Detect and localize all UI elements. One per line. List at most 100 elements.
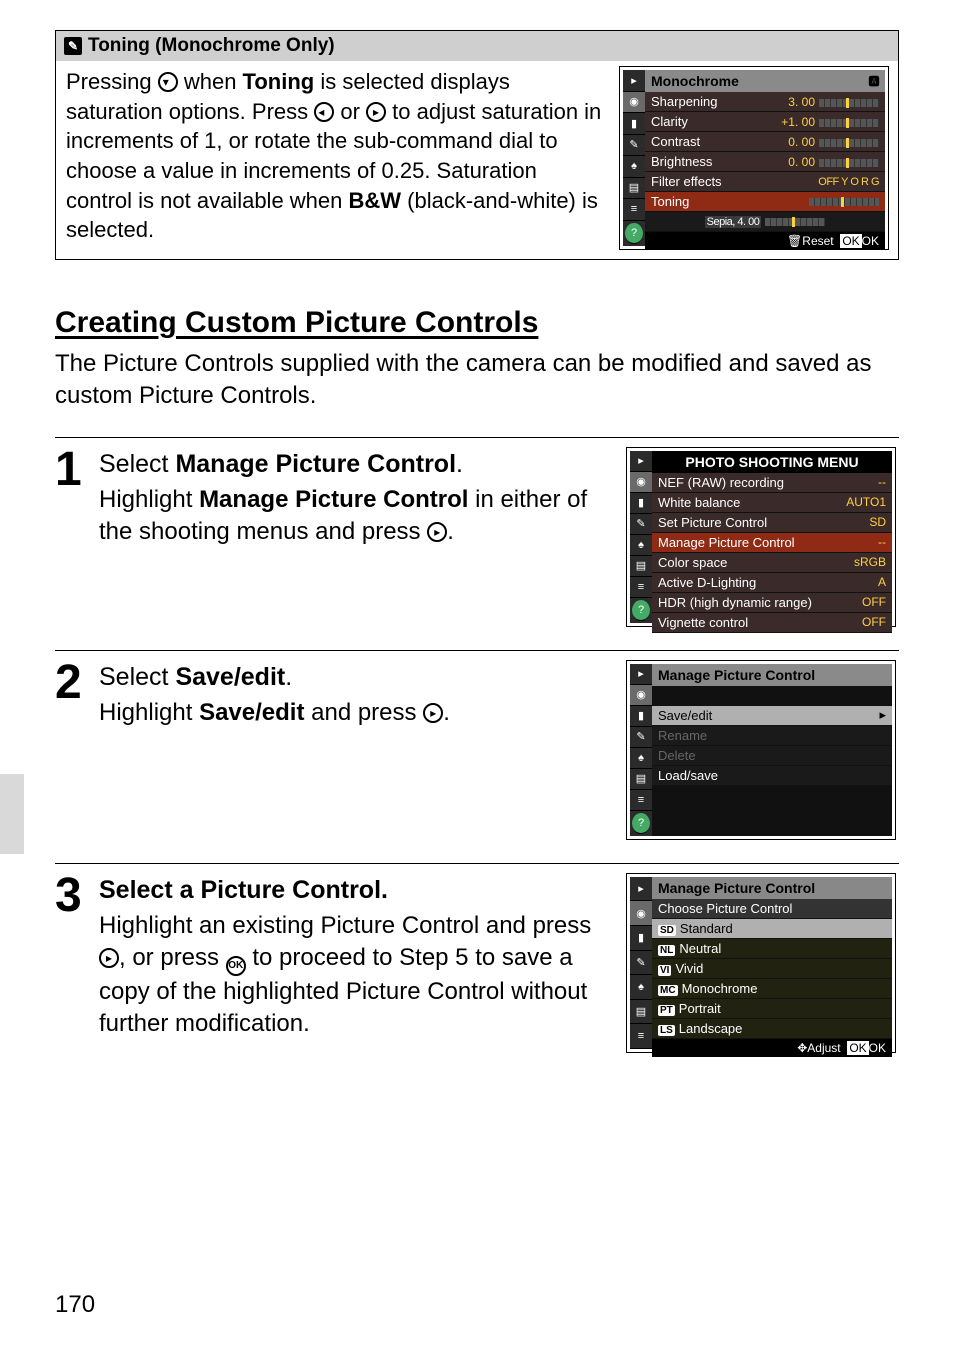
lcd-row: Sharpening3. 00: [645, 92, 885, 112]
lcd-tab-icon: ♠: [630, 748, 652, 769]
lcd-header: Manage Picture Control: [652, 877, 892, 899]
lcd-tab-help-icon: ?: [625, 223, 643, 245]
ok-badge-icon: OK: [840, 234, 861, 248]
lcd-tab-icon: ≡: [630, 577, 652, 598]
lcd-tab-icon: ◉: [630, 685, 652, 706]
lcd-row: Color spacesRGB: [652, 553, 892, 573]
lcd-toning-screenshot: ▸ ◉ ▮ ✎ ♠ ▤ ≡ ? Monochrome🅰 Sharpening3.…: [620, 67, 888, 249]
lcd-row-highlight: SDStandard: [652, 919, 892, 939]
lcd-tab-help-icon: ?: [632, 813, 650, 834]
lcd-tab-icon: ≡: [630, 790, 652, 811]
lcd-row-highlight: Manage Picture Control--: [652, 533, 892, 553]
ok-badge-icon: OK: [847, 1041, 868, 1055]
lcd-row: White balanceAUTO1: [652, 493, 892, 513]
lcd-row-disabled: Rename: [652, 726, 892, 746]
lcd-tab-icon: ✎: [623, 135, 645, 157]
dpad-down-icon: [158, 72, 178, 92]
step-1: 1 Select Manage Picture Control. Highlig…: [55, 437, 899, 626]
toning-bar-icon: [809, 198, 879, 206]
lcd-tab-icon: ◉: [623, 92, 645, 114]
step-title: Select Manage Picture Control.: [99, 448, 613, 482]
lcd-row: Brightness0. 00: [645, 152, 885, 172]
lcd-row: VIVivid: [652, 959, 892, 979]
lcd-row: Filter effectsOFF Y O R G: [645, 172, 885, 192]
lcd-tab-icon: ≡: [630, 1024, 652, 1049]
chevron-right-icon: ▸: [879, 707, 886, 723]
lcd-row: Set Picture ControlSD: [652, 513, 892, 533]
lcd-row: Contrast0. 00: [645, 132, 885, 152]
lcd-row: LSLandscape: [652, 1019, 892, 1039]
step-title: Select a Picture Control.: [99, 874, 613, 908]
section-intro: The Picture Controls supplied with the c…: [55, 348, 899, 413]
lcd-subheader: Choose Picture Control: [652, 899, 892, 919]
lcd-header: Manage Picture Control: [652, 664, 892, 686]
step-description: Highlight Save/edit and press .: [99, 697, 613, 729]
lcd-tab-icon: ◉: [630, 472, 652, 493]
lcd-row: NLNeutral: [652, 939, 892, 959]
lcd-save-edit-menu: ▸ ◉ ▮ ✎ ♠ ▤ ≡ ? Manage Picture Control S…: [627, 661, 895, 839]
step-description: Highlight an existing Picture Control an…: [99, 910, 613, 1041]
lcd-row: Load/save: [652, 766, 892, 786]
lcd-row: Vignette controlOFF: [652, 613, 892, 633]
lcd-row: HDR (high dynamic range)OFF: [652, 593, 892, 613]
lcd-row: Clarity+1. 00: [645, 112, 885, 132]
dpad-right-icon: [423, 703, 443, 723]
note-title-row: ✎ Toning (Monochrome Only): [56, 31, 898, 61]
lcd-tab-icon: ▸: [630, 664, 652, 685]
lcd-row-selected: Save/edit▸: [652, 706, 892, 726]
note-title: Toning (Monochrome Only): [88, 35, 335, 57]
lcd-row: NEF (RAW) recording--: [652, 473, 892, 493]
lcd-tab-icon: ♠: [630, 975, 652, 1000]
ok-button-icon: OK: [226, 956, 246, 976]
lcd-row: Sepia, 4. 00: [645, 212, 885, 232]
lcd-tab-icon: ▸: [630, 877, 652, 902]
step-title: Select Save/edit.: [99, 661, 613, 695]
lcd-tab-icon: ✎: [630, 727, 652, 748]
lcd-tab-icon: ▤: [630, 769, 652, 790]
lcd-photo-shooting-menu: ▸ ◉ ▮ ✎ ♠ ▤ ≡ ? PHOTO SHOOTING MENU NEF …: [627, 448, 895, 626]
lcd-tab-icon: ♠: [630, 535, 652, 556]
lcd-tab-icon: ✎: [630, 514, 652, 535]
trash-icon: 🗑: [787, 234, 802, 248]
step-2: 2 Select Save/edit. Highlight Save/edit …: [55, 650, 899, 839]
lcd-tab-icon: ≡: [623, 199, 645, 221]
lcd-tab-icon: ▮: [630, 493, 652, 514]
step-number: 3: [55, 874, 85, 917]
lcd-tab-icon: ▸: [630, 451, 652, 472]
step-number: 1: [55, 448, 85, 491]
lcd-tab-icon: ▮: [623, 113, 645, 135]
note-text: Pressing when Toning is selected display…: [66, 67, 608, 249]
lcd-tab-icon: ▸: [623, 70, 645, 92]
lcd-row: MCMonochrome: [652, 979, 892, 999]
step-3: 3 Select a Picture Control. Highlight an…: [55, 863, 899, 1052]
page-number: 170: [55, 1291, 95, 1319]
lcd-tab-help-icon: ?: [632, 600, 650, 621]
lcd-footer: 🗑Reset OKOK: [645, 232, 885, 250]
lcd-tab-icon: ✎: [630, 951, 652, 976]
dpad-right-icon: [366, 102, 386, 122]
lcd-tab-icon: ▤: [623, 178, 645, 200]
lcd-tab-icon: ▮: [630, 706, 652, 727]
lcd-tabs: ▸ ◉ ▮ ✎ ♠ ▤ ≡ ?: [630, 664, 652, 836]
dpad-left-icon: [314, 102, 334, 122]
slider-bar-icon: [819, 159, 879, 167]
dpad-icon: ✥: [797, 1041, 807, 1055]
note-box-toning: ✎ Toning (Monochrome Only) Pressing when…: [55, 30, 899, 260]
step-number: 2: [55, 661, 85, 704]
pencil-icon: ✎: [64, 37, 82, 55]
lcd-footer: ✥Adjust OKOK: [652, 1039, 892, 1057]
lcd-row-disabled: Delete: [652, 746, 892, 766]
lcd-row: Active D-LightingA: [652, 573, 892, 593]
lcd-header: PHOTO SHOOTING MENU: [652, 451, 892, 473]
lcd-tabs: ▸ ◉ ▮ ✎ ♠ ▤ ≡ ?: [623, 70, 645, 246]
section-heading: Creating Custom Picture Controls: [55, 306, 899, 340]
slider-bar-icon: [819, 99, 879, 107]
lcd-spacer: [652, 786, 892, 836]
slider-bar-icon: [765, 218, 825, 226]
lcd-row-highlight: Toning: [645, 192, 885, 212]
lcd-header: Monochrome🅰: [645, 70, 885, 92]
lcd-tab-icon: ▮: [630, 926, 652, 951]
step-description: Highlight Manage Picture Control in eith…: [99, 484, 613, 549]
slider-bar-icon: [819, 119, 879, 127]
lcd-tabs: ▸ ◉ ▮ ✎ ♠ ▤ ≡: [630, 877, 652, 1049]
